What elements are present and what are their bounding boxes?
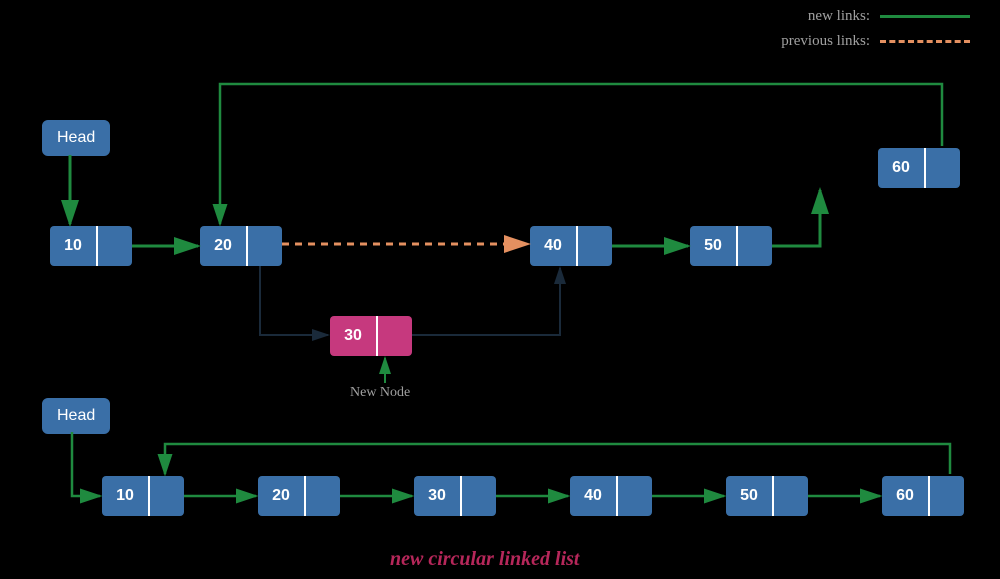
bottom-node-40-value: 40 bbox=[570, 476, 616, 516]
top-node-40-ptr bbox=[576, 226, 612, 266]
top-node-30-value: 30 bbox=[330, 316, 376, 356]
bottom-node-50-ptr bbox=[772, 476, 808, 516]
top-node-20-value: 20 bbox=[200, 226, 246, 266]
arrow-bottom-head-to-10 bbox=[72, 432, 100, 496]
bottom-head-box: Head bbox=[42, 398, 110, 434]
arrow-top-50-to-60 bbox=[772, 190, 820, 246]
legend: new links: previous links: bbox=[781, 8, 970, 58]
bottom-node-40-ptr bbox=[616, 476, 652, 516]
bottom-node-30: 30 bbox=[414, 476, 496, 516]
bottom-head-label: Head bbox=[57, 407, 95, 424]
top-head-box: Head bbox=[42, 120, 110, 156]
top-node-50: 50 bbox=[690, 226, 772, 266]
arrow-top-60-to-20-circular bbox=[220, 84, 942, 224]
top-node-30-new: 30 bbox=[330, 316, 412, 356]
top-node-10-ptr bbox=[96, 226, 132, 266]
top-node-30-ptr bbox=[376, 316, 412, 356]
bottom-node-20-value: 20 bbox=[258, 476, 304, 516]
arrow-bottom-60-to-10-circular bbox=[165, 444, 950, 474]
bottom-node-50-value: 50 bbox=[726, 476, 772, 516]
top-node-50-value: 50 bbox=[690, 226, 736, 266]
arrow-top-30-to-40 bbox=[412, 268, 560, 335]
top-node-40: 40 bbox=[530, 226, 612, 266]
bottom-node-20: 20 bbox=[258, 476, 340, 516]
bottom-node-10-ptr bbox=[148, 476, 184, 516]
bottom-caption: new circular linked list bbox=[390, 548, 579, 571]
bottom-node-60-value: 60 bbox=[882, 476, 928, 516]
bottom-node-60-ptr bbox=[928, 476, 964, 516]
bottom-node-60: 60 bbox=[882, 476, 964, 516]
bottom-node-30-value: 30 bbox=[414, 476, 460, 516]
legend-new-links: new links: bbox=[781, 8, 970, 25]
top-node-10-value: 10 bbox=[50, 226, 96, 266]
top-node-20-ptr bbox=[246, 226, 282, 266]
top-node-20: 20 bbox=[200, 226, 282, 266]
top-node-10: 10 bbox=[50, 226, 132, 266]
new-node-label: New Node bbox=[350, 385, 410, 401]
legend-new-links-label: new links: bbox=[808, 8, 870, 25]
top-node-60-value: 60 bbox=[878, 148, 924, 188]
arrow-top-20-to-30 bbox=[260, 266, 328, 335]
bottom-node-10: 10 bbox=[102, 476, 184, 516]
bottom-node-10-value: 10 bbox=[102, 476, 148, 516]
top-node-50-ptr bbox=[736, 226, 772, 266]
bottom-node-50: 50 bbox=[726, 476, 808, 516]
top-node-60-ptr bbox=[924, 148, 960, 188]
top-node-40-value: 40 bbox=[530, 226, 576, 266]
top-head-label: Head bbox=[57, 129, 95, 146]
bottom-node-30-ptr bbox=[460, 476, 496, 516]
legend-previous-links-line bbox=[880, 40, 970, 43]
legend-previous-links: previous links: bbox=[781, 33, 970, 50]
legend-previous-links-label: previous links: bbox=[781, 33, 870, 50]
bottom-node-20-ptr bbox=[304, 476, 340, 516]
legend-new-links-line bbox=[880, 15, 970, 18]
bottom-node-40: 40 bbox=[570, 476, 652, 516]
top-node-60: 60 bbox=[878, 148, 960, 188]
